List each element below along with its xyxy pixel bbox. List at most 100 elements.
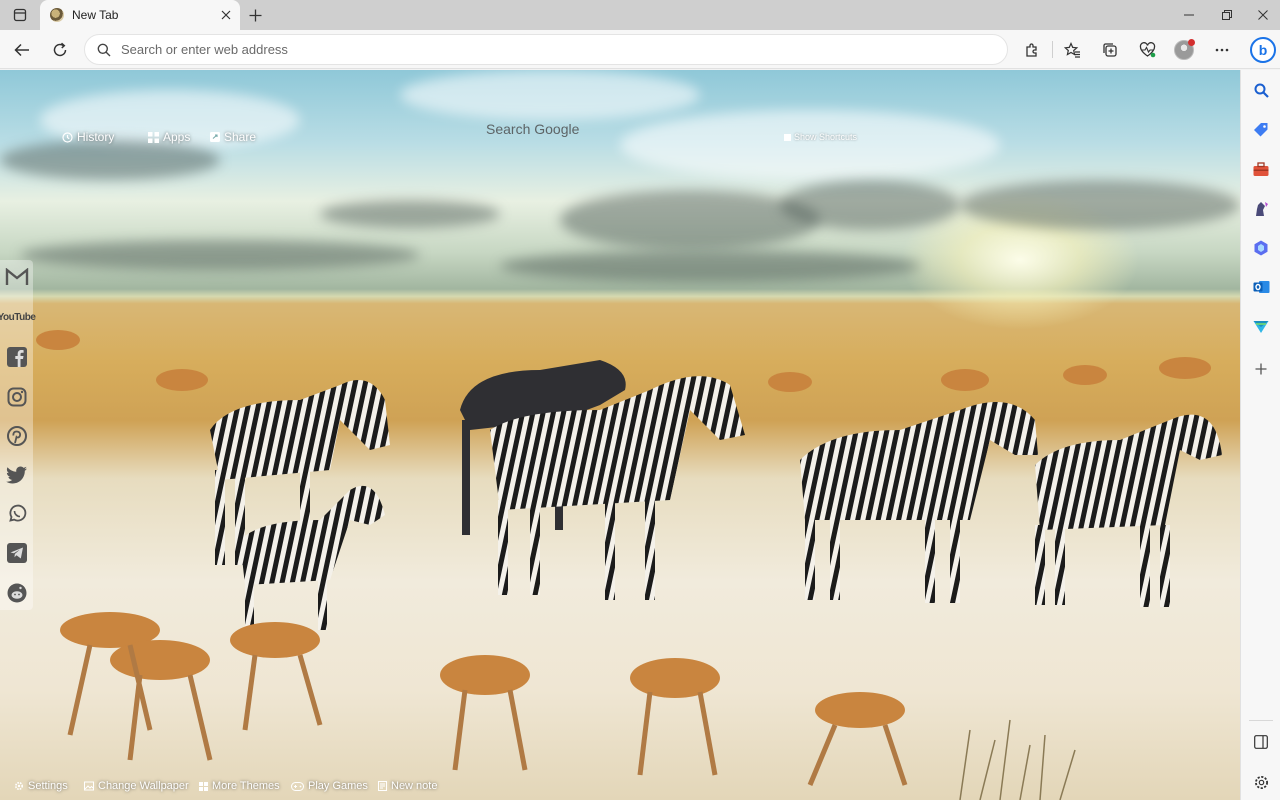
more-themes-link[interactable]: More Themes [199, 780, 280, 792]
instagram-shortcut[interactable] [4, 384, 30, 410]
sidebar-add-button[interactable] [1249, 357, 1273, 381]
show-shortcuts-label: Show Shortcuts [794, 132, 858, 142]
tab-close-button[interactable] [216, 5, 236, 25]
zebra [1035, 414, 1222, 607]
edge-sidebar [1240, 70, 1280, 800]
sidebar-outlook-button[interactable] [1249, 275, 1273, 299]
new-note-label: New note [391, 780, 438, 792]
avatar [1174, 39, 1195, 60]
twitter-shortcut[interactable] [4, 462, 30, 488]
gear-icon [1254, 775, 1268, 789]
wildlife-illustration [36, 330, 1222, 800]
new-tab-button[interactable] [244, 4, 266, 26]
sidebar-shopping-button[interactable] [1249, 118, 1273, 142]
sidebar-settings-button[interactable] [1249, 770, 1273, 794]
play-games-link[interactable]: Play Games [291, 780, 368, 792]
history-icon [62, 131, 73, 143]
tab-strip: New Tab [0, 0, 1280, 30]
restore-icon [1222, 10, 1232, 20]
facebook-icon [7, 347, 27, 367]
image-icon [84, 781, 94, 791]
back-button[interactable] [8, 36, 36, 64]
more-options-button[interactable] [1208, 36, 1236, 64]
arrow-left-icon [14, 43, 29, 57]
plus-icon [249, 9, 261, 21]
sidebar-tools-button[interactable] [1249, 157, 1273, 181]
zebra [800, 402, 1038, 603]
toolbox-icon [1253, 161, 1269, 176]
share-link[interactable]: Share [210, 130, 256, 144]
refresh-button[interactable] [46, 36, 74, 64]
gmail-icon [5, 268, 29, 285]
apps-link[interactable]: Apps [148, 130, 190, 144]
search-icon [1254, 83, 1269, 98]
play-games-label: Play Games [308, 780, 368, 792]
change-wallpaper-link[interactable]: Change Wallpaper [84, 780, 189, 792]
grid-icon [148, 131, 159, 143]
reddit-shortcut[interactable] [4, 580, 30, 606]
split-view-icon [1254, 735, 1268, 749]
heart-pulse-icon [1139, 42, 1155, 58]
whatsapp-shortcut[interactable] [4, 501, 30, 527]
gmail-shortcut[interactable] [4, 264, 30, 290]
close-window-button[interactable] [1244, 0, 1280, 30]
share-link-label: Share [224, 130, 257, 144]
note-icon [378, 781, 387, 791]
social-shortcuts-rail: YouTube [0, 260, 36, 610]
browser-essentials-button[interactable] [1133, 36, 1161, 64]
gear-icon [14, 781, 24, 791]
history-link-label: History [77, 130, 115, 144]
profile-button[interactable] [1170, 36, 1198, 64]
sidebar-copilot-button[interactable] [1249, 236, 1273, 260]
extensions-button[interactable] [1018, 36, 1046, 64]
checkbox-icon [784, 133, 791, 141]
active-tab[interactable]: New Tab [40, 0, 240, 30]
twitter-icon [6, 466, 27, 484]
pinterest-shortcut[interactable] [4, 423, 30, 449]
restore-button[interactable] [1208, 0, 1246, 30]
browser-toolbar: Search or enter web address b [0, 30, 1280, 69]
apps-link-label: Apps [163, 130, 191, 144]
sidebar-drop-button[interactable] [1249, 315, 1273, 339]
google-search-box[interactable]: Search Google [486, 121, 579, 137]
youtube-icon: YouTube [0, 311, 36, 323]
chess-piece-icon [1256, 201, 1268, 216]
sidebar-search-button[interactable] [1249, 78, 1273, 102]
collections-button[interactable] [1096, 36, 1124, 64]
facebook-shortcut[interactable] [4, 344, 30, 370]
minimize-button[interactable] [1170, 0, 1208, 30]
paper-plane-icon [1253, 321, 1269, 333]
whatsapp-icon [9, 504, 27, 522]
settings-label: Settings [28, 780, 68, 792]
change-wallpaper-label: Change Wallpaper [98, 780, 189, 792]
gamepad-icon [291, 781, 304, 791]
history-link[interactable]: History [62, 130, 114, 144]
new-note-link[interactable]: New note [378, 780, 437, 792]
ellipsis-icon [1215, 48, 1229, 52]
close-icon [1258, 10, 1268, 20]
sidebar-split-screen-button[interactable] [1249, 730, 1273, 754]
copilot-icon [1254, 240, 1268, 256]
sidebar-games-button[interactable] [1249, 196, 1273, 220]
share-icon [210, 132, 220, 142]
address-bar[interactable]: Search or enter web address [84, 34, 1008, 65]
new-tab-page: History Apps Share Search Google Show Sh… [0, 70, 1240, 800]
bing-icon: b [1250, 37, 1276, 63]
notification-dot [1188, 39, 1195, 46]
address-bar-placeholder: Search or enter web address [121, 42, 288, 57]
search-icon [97, 43, 111, 56]
pinterest-icon [7, 426, 27, 446]
more-themes-label: More Themes [212, 780, 280, 792]
tab-actions-button[interactable] [8, 4, 32, 26]
collections-icon [1103, 43, 1117, 57]
telegram-shortcut[interactable] [4, 540, 30, 566]
show-shortcuts-toggle[interactable]: Show Shortcuts [784, 132, 857, 142]
tab-actions-icon [13, 8, 27, 22]
favorites-button[interactable] [1058, 36, 1086, 64]
reddit-icon [7, 583, 27, 603]
settings-link[interactable]: Settings [14, 780, 68, 792]
youtube-shortcut[interactable]: YouTube [0, 304, 36, 330]
plus-icon [1255, 363, 1267, 375]
close-icon [221, 10, 231, 20]
bing-copilot-button[interactable]: b [1248, 34, 1278, 66]
